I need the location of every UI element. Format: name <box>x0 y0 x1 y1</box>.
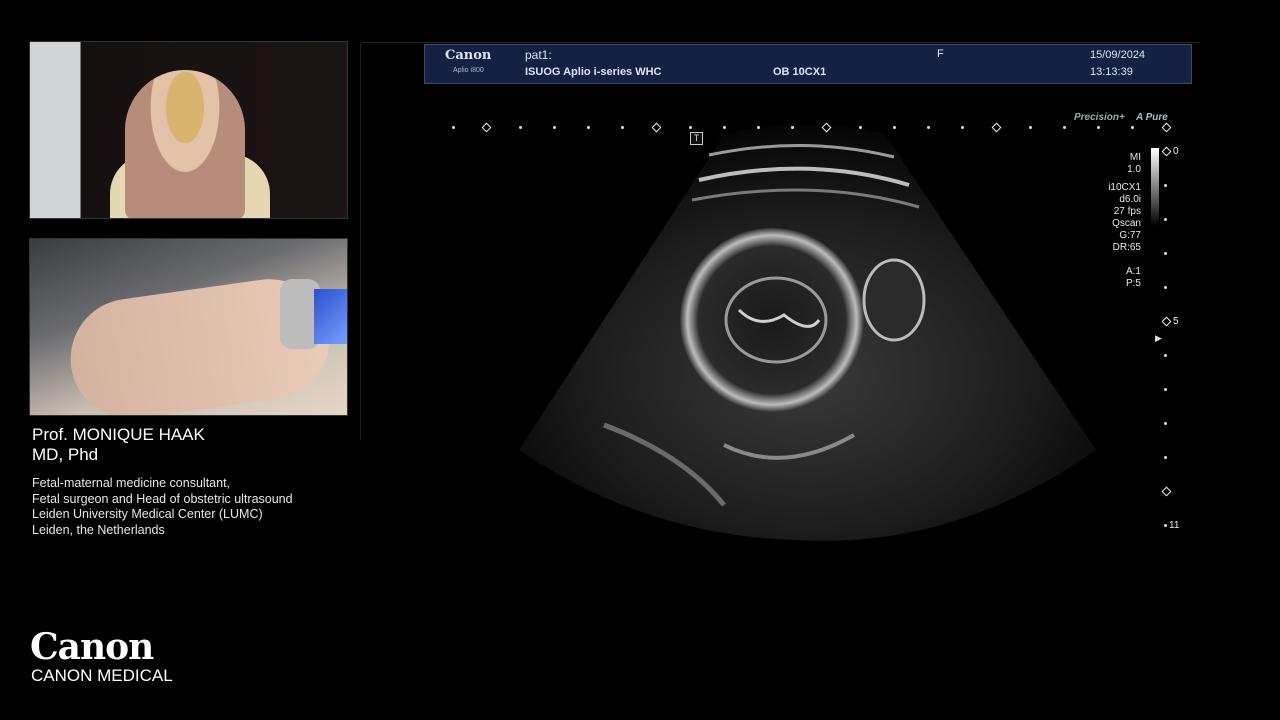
scale-dot <box>1097 126 1100 129</box>
scale-dot <box>1063 126 1066 129</box>
depth-label: 11 <box>1169 520 1180 531</box>
scale-dot <box>1131 126 1134 129</box>
ultrasound-header-bar: Canon Aplio i800 pat1: ISUOG Aplio i-ser… <box>424 44 1192 84</box>
scale-dot <box>587 126 590 129</box>
scale-dot <box>1029 126 1032 129</box>
scale-dot <box>723 126 726 129</box>
presenter-roles: Fetal-maternal medicine consultant, Feta… <box>32 476 293 538</box>
param-line: P:5 <box>1125 278 1141 289</box>
presenter-role-line: Leiden, the Netherlands <box>32 522 165 537</box>
exam-time: 13:13:39 <box>1090 66 1133 78</box>
scale-dot <box>893 126 896 129</box>
scale-dot <box>553 126 556 129</box>
param-line: 27 fps <box>1113 206 1141 217</box>
param-spacer <box>1108 254 1141 266</box>
presenter-role-line: Fetal surgeon and Head of obstetric ultr… <box>32 491 293 506</box>
apure-badge: A Pure <box>1136 112 1168 123</box>
ultrasound-image <box>519 124 1096 541</box>
scale-dot <box>621 126 624 129</box>
depth-dot <box>1164 218 1167 221</box>
param-line: i10CX1 <box>1108 182 1141 193</box>
institution-name: ISUOG Aplio i-series WHC <box>525 66 662 78</box>
scale-dot <box>961 126 964 129</box>
scan-demo-video <box>29 238 348 416</box>
depth-dot <box>1164 388 1167 391</box>
top-divider <box>362 42 1200 43</box>
scale-dot <box>452 126 455 129</box>
scanner-brand: Canon <box>445 48 492 63</box>
depth-label: 5 <box>1173 316 1179 327</box>
canon-medical-label: CANON MEDICAL <box>31 666 173 685</box>
precision-badge: Precision+ <box>1074 112 1125 123</box>
presenter-name-block: Prof. MONIQUE HAAK MD, Phd <box>32 425 205 465</box>
exam-date: 15/09/2024 <box>1090 49 1146 61</box>
patient-id: pat1: <box>525 48 552 62</box>
focus-position-arrow: ▶ <box>1155 333 1162 343</box>
param-line: A:1 <box>1125 266 1141 277</box>
patient-sex: F <box>937 48 944 60</box>
canon-logo: Canon <box>30 626 154 668</box>
depth-dot <box>1164 354 1167 357</box>
scale-dot <box>689 126 692 129</box>
presenter-name: Prof. MONIQUE HAAK <box>32 425 205 444</box>
depth-dot <box>1164 524 1167 527</box>
depth-dot <box>1164 422 1167 425</box>
scale-dot <box>791 126 794 129</box>
param-line: d6.0i <box>1119 194 1141 205</box>
depth-dot <box>1164 286 1167 289</box>
depth-dot <box>1164 252 1167 255</box>
grayscale-bar <box>1151 148 1159 226</box>
param-line: MI <box>1129 152 1141 163</box>
ultrasound-scan-area: T Precision+ A Pure MI 1.0 i10CX1 d6.0i … <box>424 95 1190 565</box>
param-line: G:77 <box>1119 230 1141 241</box>
panel-divider <box>360 43 361 440</box>
fetal-structure <box>862 258 926 342</box>
presenter-video <box>29 41 348 219</box>
depth-dot <box>1164 184 1167 187</box>
scanner-model: Aplio i800 <box>453 67 484 74</box>
presenter-credentials: MD, Phd <box>32 445 99 464</box>
param-line: 1.0 <box>1127 164 1141 175</box>
param-line: DR:65 <box>1112 242 1141 253</box>
presenter-role-line: Fetal-maternal medicine consultant, <box>32 476 231 490</box>
monitor-screen <box>314 289 347 344</box>
scale-dot <box>757 126 760 129</box>
imaging-parameters: MI 1.0 i10CX1 d6.0i 27 fps Qscan G:77 DR… <box>1108 152 1141 290</box>
exam-preset: OB 10CX1 <box>773 66 827 78</box>
transducer-orientation-marker: T <box>690 132 703 145</box>
scale-dot <box>859 126 862 129</box>
scale-dot <box>519 126 522 129</box>
scale-dot <box>927 126 930 129</box>
param-line: Qscan <box>1112 218 1141 229</box>
presenter-head <box>125 70 245 218</box>
depth-label: 0 <box>1173 146 1179 157</box>
presenter-role-line: Leiden University Medical Center (LUMC) <box>32 507 263 521</box>
depth-dot <box>1164 456 1167 459</box>
